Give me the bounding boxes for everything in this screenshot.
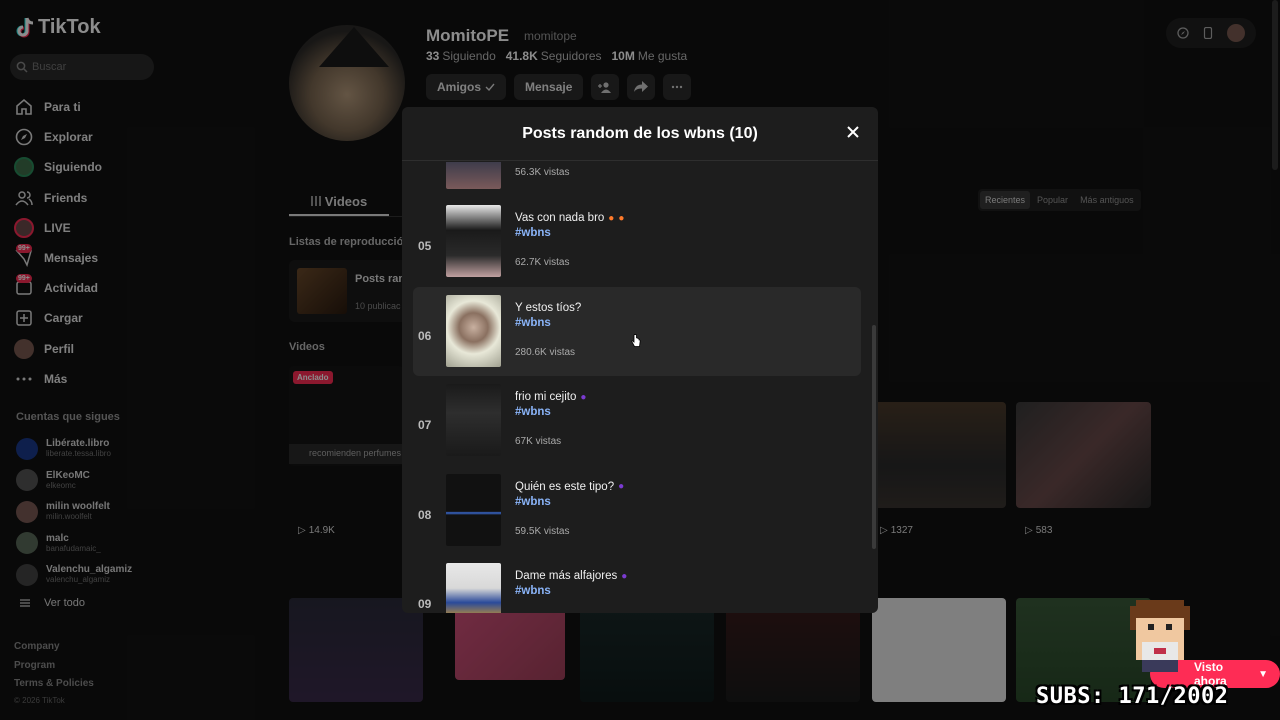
post-title-text: Y estos tíos? bbox=[515, 301, 582, 314]
tiktok-profile-page: TikTok Para ti Explorar Siguiendo Friend… bbox=[0, 0, 1280, 720]
post-thumbnail bbox=[446, 384, 501, 456]
post-number: 08 bbox=[418, 507, 432, 522]
post-hashtag[interactable]: #wbns bbox=[515, 317, 551, 329]
pixel-character-sprite bbox=[1130, 600, 1190, 672]
post-title: Quién es este tipo? ● bbox=[515, 481, 624, 493]
post-thumbnail bbox=[446, 473, 501, 546]
post-title: frio mi cejito ● bbox=[515, 391, 586, 403]
post-views: 59.5K vistas bbox=[515, 525, 570, 537]
post-title-text: Quién es este tipo? bbox=[515, 480, 615, 493]
post-title: Y estos tíos? bbox=[515, 302, 581, 314]
post-hashtag[interactable]: #wbns bbox=[515, 406, 551, 418]
post-title-text: frio mi cejito bbox=[515, 391, 577, 403]
post-title: Vas con nada bro ● ● bbox=[515, 212, 624, 224]
post-hashtag[interactable]: #wbns bbox=[515, 585, 551, 597]
post-hashtag[interactable]: #wbns bbox=[515, 227, 551, 239]
post-thumbnail bbox=[446, 294, 501, 367]
subs-counter: SUBS: 171/2002 bbox=[1036, 684, 1229, 709]
list-item[interactable]: 06 Y estos tíos? #wbns 280.6K vistas bbox=[413, 286, 861, 376]
post-number: 09 bbox=[418, 597, 432, 611]
post-thumbnail bbox=[446, 205, 501, 277]
post-views: 56.3K vistas bbox=[515, 167, 570, 178]
post-number: 05 bbox=[418, 239, 432, 253]
modal-scrollbar[interactable] bbox=[872, 325, 876, 549]
close-icon[interactable] bbox=[844, 123, 862, 141]
fire-emoji-icon: ● bbox=[618, 212, 625, 224]
post-thumbnail bbox=[446, 162, 501, 189]
list-item[interactable]: 08 Quién es este tipo? ● #wbns 59.5K vist… bbox=[413, 466, 861, 556]
post-views: 62.7K vistas bbox=[515, 257, 570, 268]
post-views: 280.6K vistas bbox=[515, 346, 576, 358]
modal-header: Posts random de los wbns (10) bbox=[402, 107, 878, 161]
post-title-text: Vas con nada bro bbox=[515, 212, 605, 224]
playlist-post-list: 56.3K vistas 05 Vas con nada bro ● ● #wbns… bbox=[402, 162, 878, 613]
post-title-text: Dame más alfajores bbox=[515, 570, 618, 582]
hand-cursor-icon bbox=[631, 334, 641, 347]
chevron-down-icon: ▼ bbox=[1258, 668, 1268, 680]
purple-heart-icon: ● bbox=[618, 481, 625, 492]
post-thumbnail bbox=[446, 563, 501, 613]
playlist-modal: Posts random de los wbns (10) 56.3K vist… bbox=[402, 107, 878, 613]
post-views: 67K vistas bbox=[515, 436, 562, 447]
purple-heart-icon: ● bbox=[580, 391, 587, 403]
post-title: Dame más alfajores ● bbox=[515, 570, 627, 582]
post-number: 07 bbox=[418, 418, 432, 432]
purple-heart-icon: ● bbox=[621, 570, 628, 582]
post-hashtag[interactable]: #wbns bbox=[515, 496, 551, 508]
modal-title: Posts random de los wbns (10) bbox=[522, 124, 758, 142]
list-item[interactable]: 56.3K vistas bbox=[413, 162, 861, 198]
list-item[interactable]: 09 Dame más alfajores ● #wbns bbox=[413, 555, 861, 613]
list-item[interactable]: 07 frio mi cejito ● #wbns 67K vistas bbox=[413, 376, 861, 466]
list-item[interactable]: 05 Vas con nada bro ● ● #wbns 62.7K vistas bbox=[413, 197, 861, 287]
fire-emoji-icon: ● bbox=[608, 212, 615, 224]
post-number: 06 bbox=[418, 328, 432, 343]
